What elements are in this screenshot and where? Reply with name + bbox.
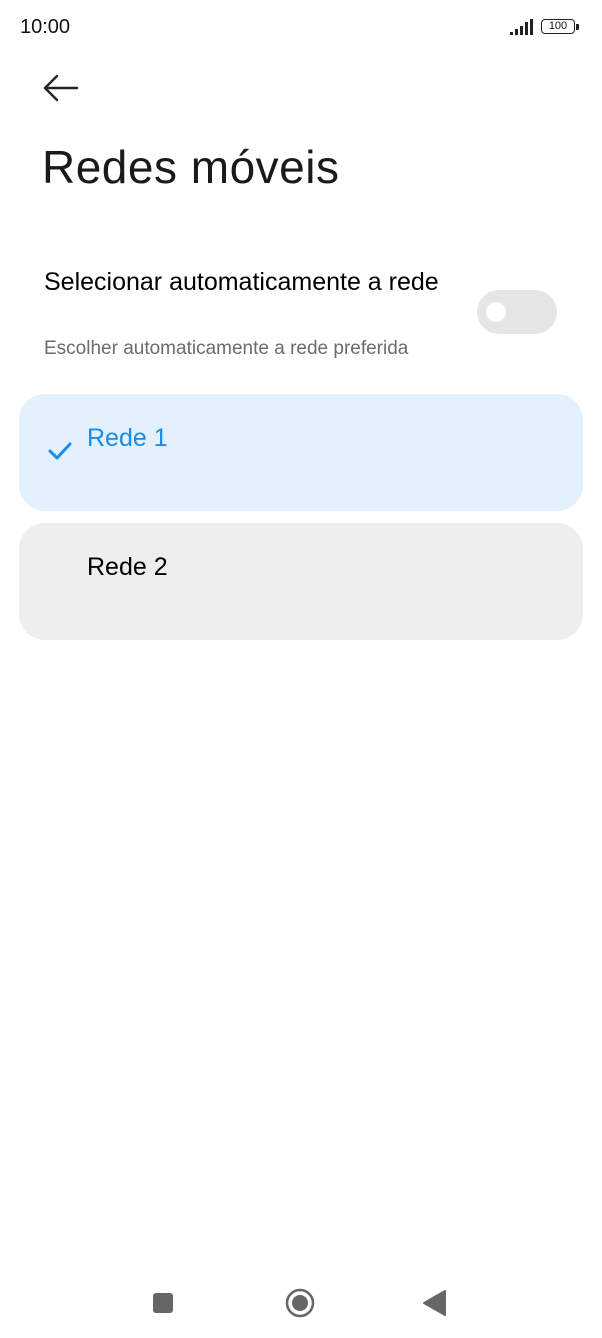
recents-button[interactable] [150, 1290, 176, 1316]
home-button[interactable] [284, 1287, 316, 1319]
battery-icon: 100 [541, 18, 581, 36]
battery-level: 100 [548, 20, 568, 32]
status-time: 10:00 [20, 16, 71, 38]
page-title: Redes móveis [42, 141, 340, 193]
auto-select-title: Selecionar automaticamente a rede [44, 268, 439, 296]
circle-home-icon [285, 1288, 315, 1318]
toggle-knob [486, 302, 506, 322]
auto-select-toggle[interactable] [477, 290, 557, 334]
navigation-bar [0, 1270, 602, 1338]
battery-tip [576, 24, 579, 30]
nav-back-button[interactable] [421, 1288, 449, 1318]
check-icon [47, 440, 73, 462]
triangle-back-icon [423, 1290, 446, 1316]
square-icon [153, 1293, 173, 1313]
network-list: Rede 1 Rede 2 [19, 394, 583, 652]
network-label: Rede 2 [87, 553, 168, 581]
network-label: Rede 1 [87, 424, 168, 452]
signal-bars-icon [509, 18, 535, 36]
status-bar: 10:00 100 [0, 0, 602, 56]
auto-select-network-row[interactable]: Selecionar automaticamente a rede Escolh… [0, 262, 602, 372]
back-button[interactable] [38, 66, 86, 110]
network-item-rede-2[interactable]: Rede 2 [19, 523, 583, 640]
network-item-rede-1[interactable]: Rede 1 [19, 394, 583, 511]
arrow-left-icon [43, 74, 79, 102]
auto-select-subtitle: Escolher automaticamente a rede preferid… [44, 338, 409, 359]
